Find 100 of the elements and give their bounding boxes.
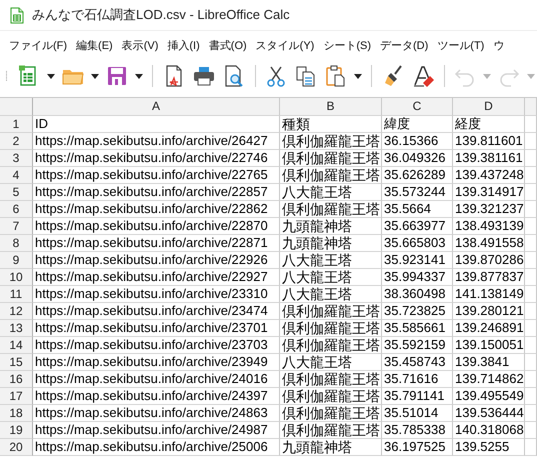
column-header[interactable]: D [453, 98, 525, 116]
table-cell: https://map.sekibutsu.info/archive/22857 [33, 184, 280, 201]
menu-item[interactable]: 編集(E) [76, 38, 113, 52]
table-cell: 八大龍王塔 [280, 252, 382, 269]
table-cell: 35.585661 [382, 320, 453, 337]
table-cell: 139.811601 [453, 133, 525, 150]
row-header[interactable]: 2 [0, 133, 33, 150]
row-header[interactable]: 16 [0, 371, 33, 388]
row-header[interactable]: 1 [0, 116, 33, 133]
table-cell: 36.15366 [382, 133, 453, 150]
menu-item[interactable]: データ(D) [380, 38, 428, 52]
table-cell: 138.491558 [453, 235, 525, 252]
menu-item[interactable]: 挿入(I) [167, 38, 200, 52]
table-cell: 139.5255 [453, 439, 525, 456]
menu-item[interactable]: スタイル(Y) [256, 38, 314, 52]
table-cell: 35.592159 [382, 337, 453, 354]
table-cell: 139.3841 [453, 354, 525, 371]
table-cell [525, 150, 537, 167]
menu-item[interactable]: 表示(V) [122, 38, 158, 52]
table-cell [525, 371, 537, 388]
table-cell [525, 201, 537, 218]
table-cell: https://map.sekibutsu.info/archive/22765 [33, 167, 280, 184]
table-cell: 倶利伽羅龍王塔 [280, 371, 382, 388]
caret-icon [527, 74, 535, 78]
printer-icon [192, 65, 214, 87]
table-cell: 八大龍王塔 [280, 184, 382, 201]
table-cell: 35.994337 [382, 269, 453, 286]
table-cell: https://map.sekibutsu.info/archive/23701 [33, 320, 280, 337]
table-cell [525, 354, 537, 371]
table-cell: https://map.sekibutsu.info/archive/23310 [33, 286, 280, 303]
row-header[interactable]: 7 [0, 218, 33, 235]
table-cell [525, 218, 537, 235]
row-header[interactable]: 19 [0, 422, 33, 439]
row-header[interactable]: 10 [0, 269, 33, 286]
table-cell: 35.665803 [382, 235, 453, 252]
table-cell: 139.381161 [453, 150, 525, 167]
letter-eraser-icon [412, 65, 434, 87]
table-cell: https://map.sekibutsu.info/archive/26427 [33, 133, 280, 150]
menu-item[interactable]: シート(S) [323, 38, 372, 52]
clipboard-icon [325, 65, 347, 87]
scissors-icon [265, 65, 287, 87]
row-header[interactable]: 5 [0, 184, 33, 201]
table-cell: 139.321237 [453, 201, 525, 218]
table-cell: 139.536444 [453, 405, 525, 422]
table-cell: 35.663977 [382, 218, 453, 235]
row-header[interactable]: 12 [0, 303, 33, 320]
table-cell: ID [33, 116, 280, 133]
table-cell [525, 439, 537, 456]
row-header[interactable]: 3 [0, 150, 33, 167]
table-cell: 倶利伽羅龍王塔 [280, 150, 382, 167]
copy-icon [295, 65, 317, 87]
column-header[interactable]: B [280, 98, 382, 116]
table-cell: 倶利伽羅龍王塔 [280, 167, 382, 184]
row-header[interactable]: 9 [0, 252, 33, 269]
table-cell [525, 320, 537, 337]
row-header[interactable]: 17 [0, 388, 33, 405]
spreadsheet-app-icon [10, 6, 24, 24]
menu-item[interactable]: ツール(T) [437, 38, 484, 52]
table-cell: 38.360498 [382, 286, 453, 303]
row-header[interactable]: 4 [0, 167, 33, 184]
column-header[interactable]: A [33, 98, 280, 116]
column-header[interactable]: C [382, 98, 453, 116]
table-cell: https://map.sekibutsu.info/archive/24987 [33, 422, 280, 439]
row-header[interactable]: 20 [0, 439, 33, 456]
table-cell: https://map.sekibutsu.info/archive/25006 [33, 439, 280, 456]
table-cell: 140.318068 [453, 422, 525, 439]
table-cell: 倶利伽羅龍王塔 [280, 422, 382, 439]
row-header[interactable]: 6 [0, 201, 33, 218]
table-cell: 倶利伽羅龍王塔 [280, 405, 382, 422]
table-cell: 35.785338 [382, 422, 453, 439]
caret-icon [91, 74, 99, 78]
table-cell [525, 116, 537, 133]
table-cell [525, 286, 537, 303]
table-cell: 35.71616 [382, 371, 453, 388]
table-cell: https://map.sekibutsu.info/archive/23703 [33, 337, 280, 354]
table-cell: https://map.sekibutsu.info/archive/24863 [33, 405, 280, 422]
table-cell: https://map.sekibutsu.info/archive/22927 [33, 269, 280, 286]
row-header[interactable]: 13 [0, 320, 33, 337]
table-cell: https://map.sekibutsu.info/archive/22926 [33, 252, 280, 269]
table-cell: 139.437248 [453, 167, 525, 184]
row-header[interactable]: 15 [0, 354, 33, 371]
menu-item[interactable]: ファイル(F) [9, 38, 68, 52]
row-header[interactable]: 8 [0, 235, 33, 252]
row-header[interactable]: 18 [0, 405, 33, 422]
table-cell: 139.314917 [453, 184, 525, 201]
row-header[interactable]: 11 [0, 286, 33, 303]
table-cell: 139.495549 [453, 388, 525, 405]
menu-item[interactable]: ウ [493, 38, 504, 52]
table-cell: 倶利伽羅龍王塔 [280, 388, 382, 405]
table-cell [525, 252, 537, 269]
table-cell [525, 422, 537, 439]
menu-item[interactable]: 書式(O) [208, 38, 247, 52]
table-cell: 139.714862 [453, 371, 525, 388]
row-header[interactable]: 14 [0, 337, 33, 354]
table-cell: https://map.sekibutsu.info/archive/23474 [33, 303, 280, 320]
table-cell: 36.049326 [382, 150, 453, 167]
table-cell [525, 133, 537, 150]
table-cell: 倶利伽羅龍王塔 [280, 320, 382, 337]
table-cell: https://map.sekibutsu.info/archive/22746 [33, 150, 280, 167]
table-cell: 倶利伽羅龍王塔 [280, 133, 382, 150]
